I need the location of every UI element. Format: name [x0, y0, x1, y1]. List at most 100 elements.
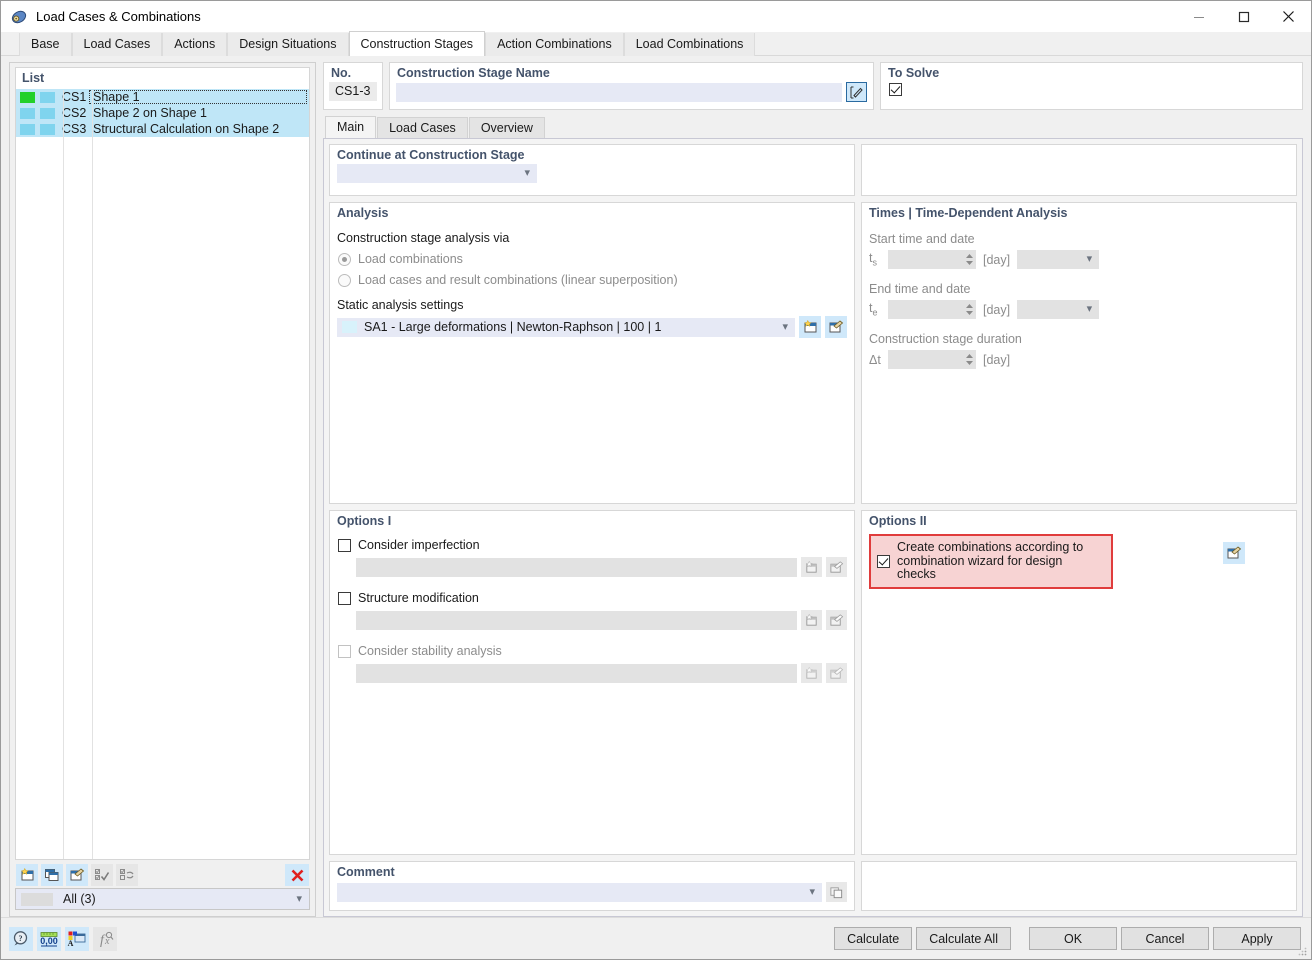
stage-color-swatch	[20, 91, 35, 103]
list-filter-value: All (3)	[63, 892, 96, 906]
consider-imperfection-checkbox[interactable]	[338, 538, 351, 552]
table-row[interactable]: CS1 Shape 1	[16, 89, 309, 105]
combination-wizard-icon[interactable]	[1223, 542, 1245, 564]
blank-panel-bottom	[861, 861, 1297, 911]
duration-input[interactable]	[888, 350, 976, 369]
start-date-dropdown[interactable]: ▾	[1017, 250, 1100, 269]
tab-action-combinations[interactable]: Action Combinations	[485, 33, 624, 56]
to-solve-panel: To Solve	[880, 62, 1303, 110]
comment-dropdown[interactable]: ▾	[337, 882, 822, 902]
options2-panel: Options II Create combinations according…	[861, 510, 1297, 855]
end-time-input[interactable]	[888, 300, 976, 319]
new-icon	[801, 663, 822, 683]
main-tab-strip: Base Load Cases Actions Design Situation…	[1, 31, 1311, 56]
units-icon[interactable]: 0,00	[37, 926, 61, 951]
list-filter-dropdown[interactable]: All (3) ▾	[15, 888, 310, 910]
row-name[interactable]: Structural Calculation on Shape 2	[89, 122, 309, 136]
times-title: Times | Time-Dependent Analysis	[869, 206, 1068, 220]
copy-item-icon[interactable]	[41, 864, 63, 886]
table-row[interactable]: CS3 Structural Calculation on Shape 2	[16, 121, 309, 137]
radio-load-cases-result-combinations[interactable]	[338, 273, 351, 287]
chevron-down-icon: ▾	[809, 885, 815, 898]
chevron-down-icon: ▾	[524, 167, 530, 179]
options1-panel: Options I Consider imperfection Structur…	[329, 510, 855, 855]
dialog-content: List CS1 Shape 1 CS2 Shape 2 on Shape 1	[1, 56, 1311, 917]
edit-settings-icon[interactable]	[825, 316, 847, 338]
construction-stage-list[interactable]: List CS1 Shape 1 CS2 Shape 2 on Shape 1	[15, 67, 310, 860]
cancel-button[interactable]: Cancel	[1121, 927, 1209, 950]
create-combinations-checkbox[interactable]	[877, 554, 890, 568]
calculate-all-button[interactable]: Calculate All	[916, 927, 1011, 950]
radio-load-combinations[interactable]	[338, 252, 351, 266]
end-date-dropdown[interactable]: ▾	[1017, 300, 1100, 319]
tab-main[interactable]: Main	[325, 116, 377, 138]
create-combinations-highlight[interactable]: Create combinations according to combina…	[869, 534, 1113, 589]
edit-icon[interactable]	[826, 610, 847, 630]
tab-design-situations[interactable]: Design Situations	[227, 33, 349, 56]
imperfection-value-field[interactable]	[356, 557, 797, 577]
tab-overview[interactable]: Overview	[468, 117, 545, 138]
rename-icon[interactable]	[846, 82, 867, 102]
end-time-symbol: te	[869, 301, 878, 318]
tab-construction-stages[interactable]: Construction Stages	[348, 31, 486, 56]
end-time-unit: [day]	[983, 302, 1011, 317]
new-icon[interactable]	[801, 557, 822, 577]
analysis-title: Analysis	[337, 206, 389, 220]
row-id: CS3	[62, 122, 87, 136]
display-properties-icon[interactable]: A	[65, 926, 89, 951]
help-icon[interactable]: ?	[9, 926, 33, 951]
close-button[interactable]	[1266, 1, 1311, 32]
left-column: Continue at Construction Stage ▾ Analysi…	[329, 144, 855, 911]
continue-label: Continue at Construction Stage	[337, 148, 525, 162]
tab-load-cases-inner[interactable]: Load Cases	[377, 117, 468, 138]
table-row[interactable]: CS2 Shape 2 on Shape 1	[16, 105, 309, 121]
tab-load-combinations[interactable]: Load Combinations	[623, 33, 756, 56]
structure-modification-value-field[interactable]	[356, 610, 797, 630]
delete-icon[interactable]	[285, 864, 309, 886]
select-all-icon[interactable]	[91, 864, 113, 886]
copy-comment-icon[interactable]	[826, 882, 847, 902]
static-analysis-settings-dropdown[interactable]: SA1 - Large deformations | Newton-Raphso…	[337, 317, 795, 337]
static-analysis-label: Static analysis settings	[337, 298, 464, 312]
to-solve-label: To Solve	[888, 66, 940, 80]
duration-unit: [day]	[983, 352, 1011, 367]
continue-panel: Continue at Construction Stage ▾	[329, 144, 855, 196]
start-time-symbol: ts	[869, 251, 877, 268]
spinner-arrows-icon[interactable]	[963, 350, 976, 369]
new-settings-icon[interactable]	[799, 316, 821, 338]
tab-actions[interactable]: Actions	[162, 33, 228, 56]
apply-button[interactable]: Apply	[1213, 927, 1301, 950]
resize-grip[interactable]	[1296, 945, 1308, 957]
edit-icon[interactable]	[826, 557, 847, 577]
row-name[interactable]: Shape 1	[89, 90, 307, 104]
dialog-footer: ? 0,00 A f x Calculate Calculate All OK …	[1, 917, 1311, 959]
start-time-unit: [day]	[983, 252, 1011, 267]
invert-selection-icon[interactable]	[116, 864, 138, 886]
chevron-down-icon: ▾	[1086, 253, 1093, 265]
minimize-button[interactable]	[1176, 1, 1221, 32]
consider-stability-analysis-checkbox[interactable]	[338, 644, 351, 658]
window-controls	[1176, 1, 1311, 32]
filter-swatch	[21, 892, 53, 906]
row-name[interactable]: Shape 2 on Shape 1	[89, 106, 309, 120]
start-time-input[interactable]	[888, 250, 976, 269]
spinner-arrows-icon[interactable]	[963, 250, 976, 269]
chevron-down-icon: ▾	[1086, 303, 1093, 315]
tab-base[interactable]: Base	[19, 33, 72, 56]
calculate-button[interactable]: Calculate	[834, 927, 913, 950]
tab-load-cases[interactable]: Load Cases	[71, 33, 163, 56]
edit-item-icon[interactable]	[66, 864, 88, 886]
continue-at-stage-dropdown[interactable]: ▾	[337, 164, 537, 183]
structure-modification-checkbox[interactable]	[338, 591, 351, 605]
new-icon[interactable]	[801, 610, 822, 630]
to-solve-checkbox[interactable]	[889, 83, 902, 96]
ok-button[interactable]: OK	[1029, 927, 1117, 950]
options1-title: Options I	[337, 514, 392, 528]
spinner-arrows-icon[interactable]	[963, 300, 976, 319]
new-item-icon[interactable]	[16, 864, 38, 886]
duration-symbol: Δt	[869, 352, 881, 367]
formula-icon[interactable]: f x	[93, 926, 117, 951]
maximize-button[interactable]	[1221, 1, 1266, 32]
app-icon	[10, 8, 28, 26]
stage-name-input[interactable]	[396, 82, 842, 102]
